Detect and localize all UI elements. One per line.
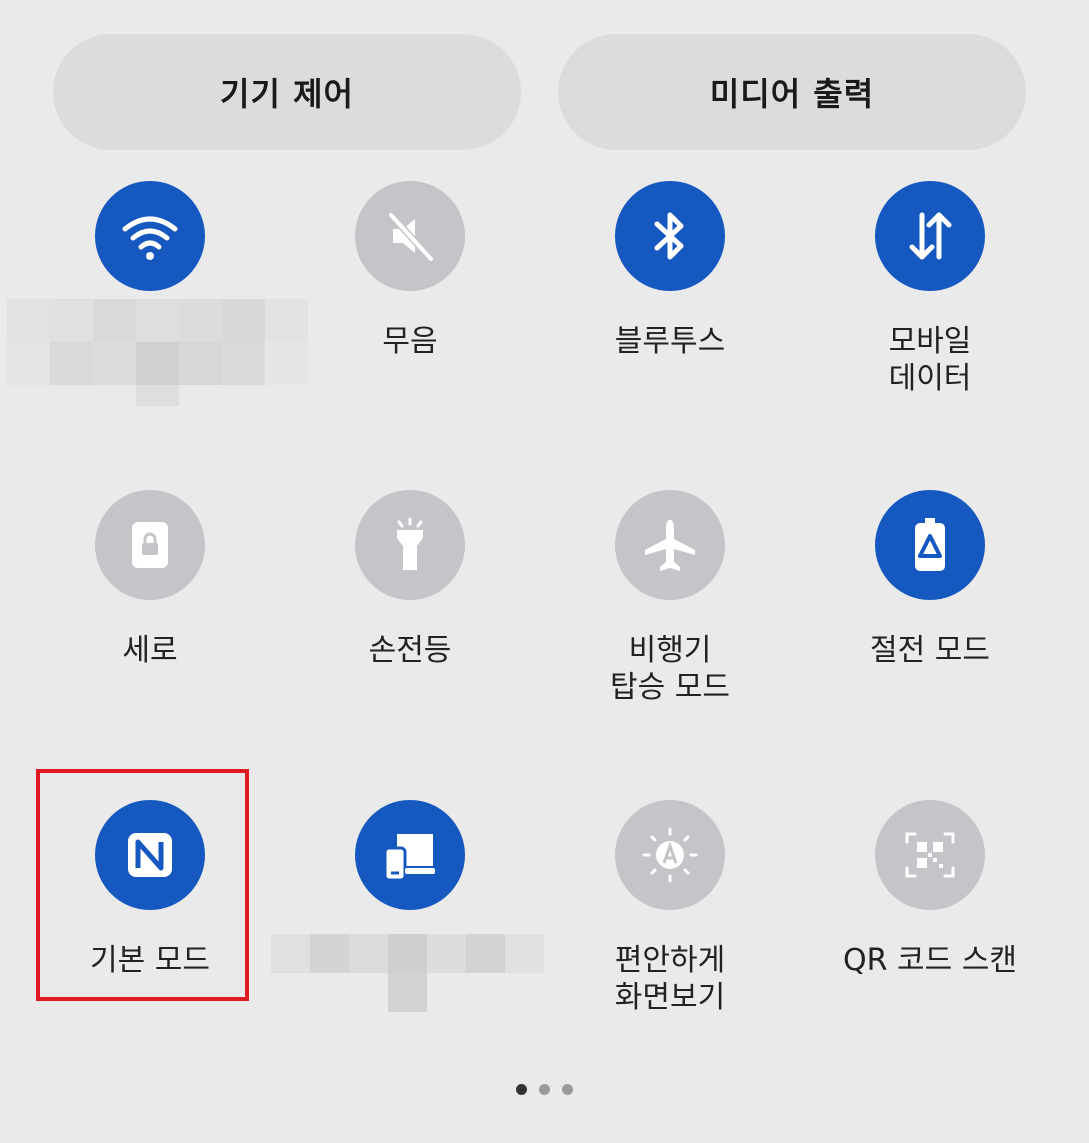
devices-icon[interactable] [355,800,465,910]
tile-qr-scan-label: QR 코드 스캔 [843,943,1017,978]
tile-flashlight-label: 손전등 [368,633,452,668]
tile-mobile-data-label: 모바일 데이터 [888,324,972,396]
mobile-data-icon[interactable] [875,181,985,291]
tile-power-saving-label: 절전 모드 [870,633,990,668]
tile-power-saving[interactable]: 절전 모드 [800,490,1060,669]
wifi-icon[interactable] [95,181,205,291]
tile-eye-comfort-label: 편안하게 화면보기 [614,943,726,1015]
media-output-button[interactable]: 미디어 출력 [558,34,1026,150]
tile-link-to-windows[interactable] [280,800,540,942]
tile-eye-comfort[interactable]: 편안하게 화면보기 [540,800,800,1016]
page-dot[interactable] [562,1084,573,1095]
page-dot[interactable] [539,1084,550,1095]
tile-portrait-label: 세로 [122,633,178,668]
rotation-lock-icon[interactable] [95,490,205,600]
tile-mobile-data[interactable]: 모바일 데이터 [800,181,1060,397]
page-indicator[interactable] [0,1084,1089,1095]
mute-icon[interactable] [355,181,465,291]
eye-comfort-icon[interactable] [615,800,725,910]
media-output-label: 미디어 출력 [709,75,875,113]
bluetooth-icon[interactable] [615,181,725,291]
airplane-icon[interactable] [615,490,725,600]
tile-bluetooth-label: 블루투스 [614,324,726,359]
tile-airplane-label: 비행기 탑승 모드 [610,633,730,705]
battery-saver-icon[interactable] [875,490,985,600]
tile-mute[interactable]: 무음 [280,181,540,360]
tile-mute-label: 무음 [382,324,438,359]
tile-bluetooth[interactable]: 블루투스 [540,181,800,360]
redacted-wifi-name [7,299,308,385]
qr-scan-icon[interactable] [875,800,985,910]
redacted-device-name-tail [388,973,427,1012]
page-dot[interactable] [516,1084,527,1095]
tile-flashlight[interactable]: 손전등 [280,490,540,669]
flashlight-icon[interactable] [355,490,465,600]
device-control-button[interactable]: 기기 제어 [53,34,521,150]
redacted-device-name [271,934,544,973]
redacted-wifi-name-tail [136,385,179,406]
tile-airplane[interactable]: 비행기 탑승 모드 [540,490,800,706]
tile-qr-scan[interactable]: QR 코드 스캔 [800,800,1060,979]
device-control-label: 기기 제어 [220,75,354,113]
highlight-box [36,769,249,1001]
tile-portrait[interactable]: 세로 [20,490,280,669]
